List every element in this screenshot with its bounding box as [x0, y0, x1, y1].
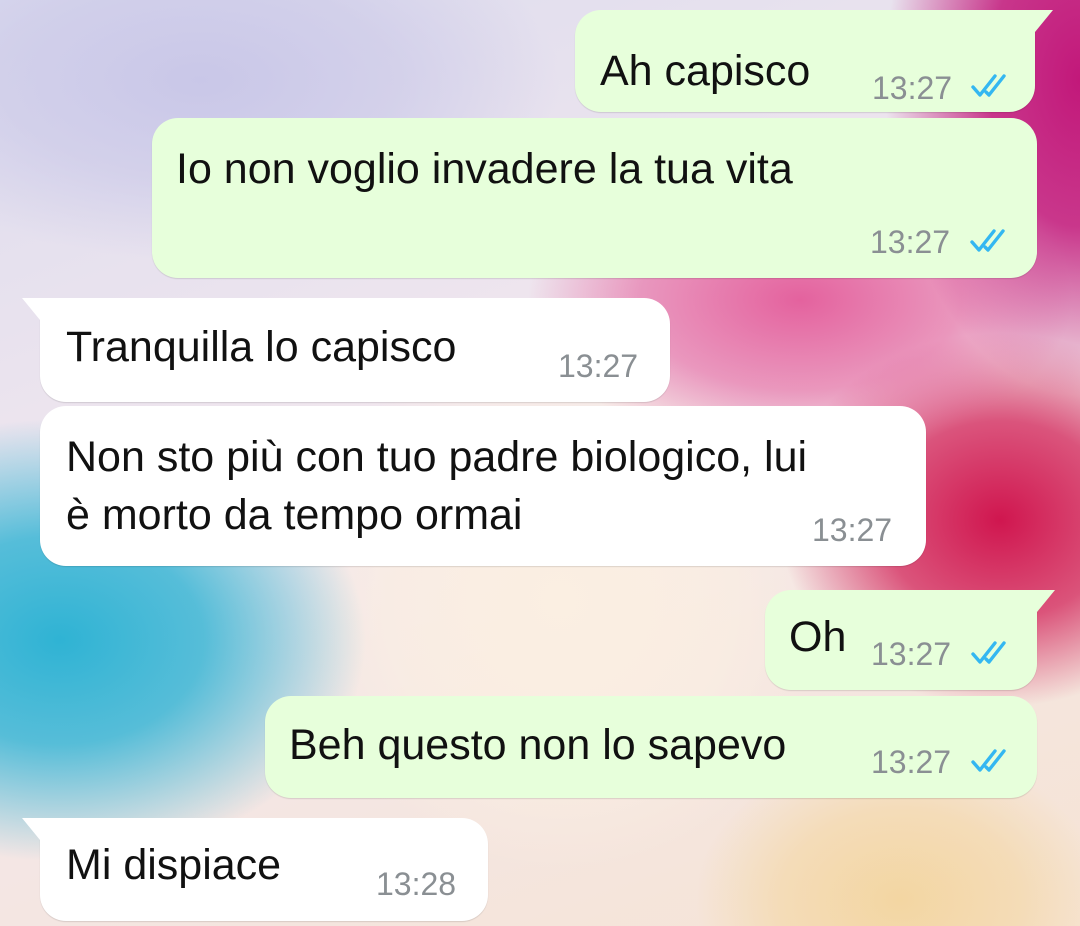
bubble-tail	[22, 818, 40, 840]
read-ticks-icon	[971, 641, 1006, 664]
message-bubble-outgoing[interactable]: Oh 13:27	[765, 590, 1055, 690]
bubble-tail	[1037, 590, 1055, 612]
message-bubble-outgoing[interactable]: Io non voglio invadere la tua vita 13:27	[152, 118, 1037, 278]
message-bubble-outgoing[interactable]: Ah capisco 13:27	[575, 10, 1053, 112]
message-text: Oh	[789, 613, 847, 661]
message-text: Ah capisco	[600, 47, 811, 95]
bubble-tail	[1035, 10, 1053, 32]
message-text: Tranquilla lo capisco	[66, 323, 457, 371]
message-text: Mi dispiace	[66, 841, 282, 889]
message-bubble-incoming[interactable]: Tranquilla lo capisco 13:27	[22, 298, 670, 402]
message-time: 13:27	[870, 224, 951, 260]
read-ticks-icon	[971, 74, 1006, 97]
message-bubble-incoming[interactable]: Non sto più con tuo padre biologico, lui…	[40, 406, 926, 566]
message-text-line-1: Non sto più con tuo padre biologico, lui	[66, 433, 808, 481]
message-time: 13:27	[872, 70, 953, 106]
message-bubble-outgoing[interactable]: Beh questo non lo sapevo 13:27	[265, 696, 1037, 798]
message-text-line-2: è morto da tempo ormai	[66, 491, 523, 539]
bubble-tail	[22, 298, 40, 320]
message-time: 13:28	[376, 866, 457, 902]
message-time: 13:27	[812, 512, 893, 548]
read-ticks-icon	[971, 749, 1006, 772]
message-time: 13:27	[558, 348, 639, 384]
message-bubble-incoming[interactable]: Mi dispiace 13:28	[22, 818, 488, 921]
message-text: Io non voglio invadere la tua vita	[176, 145, 793, 193]
message-time: 13:27	[871, 636, 952, 672]
read-ticks-icon	[970, 229, 1005, 252]
message-text: Beh questo non lo sapevo	[289, 721, 787, 769]
message-time: 13:27	[871, 744, 952, 780]
